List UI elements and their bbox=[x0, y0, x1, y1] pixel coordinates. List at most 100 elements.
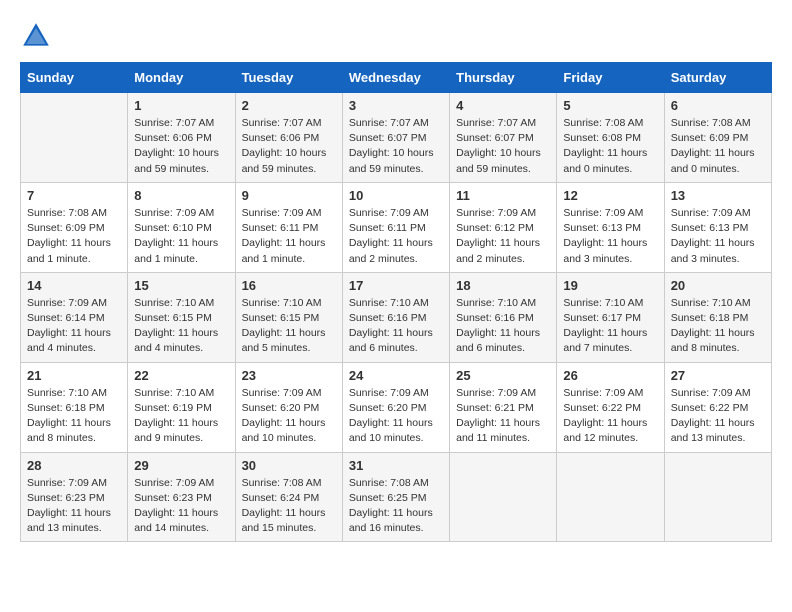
day-header-monday: Monday bbox=[128, 63, 235, 93]
day-info: Sunrise: 7:10 AMSunset: 6:16 PMDaylight:… bbox=[456, 296, 550, 357]
day-info: Sunrise: 7:07 AMSunset: 6:07 PMDaylight:… bbox=[456, 116, 550, 177]
calendar-cell: 7 Sunrise: 7:08 AMSunset: 6:09 PMDaylight… bbox=[21, 182, 128, 272]
calendar-cell: 10Sunrise: 7:09 AMSunset: 6:11 PMDayligh… bbox=[342, 182, 449, 272]
day-header-thursday: Thursday bbox=[450, 63, 557, 93]
day-number: 18 bbox=[456, 278, 550, 293]
day-number: 14 bbox=[27, 278, 121, 293]
calendar-cell: 6 Sunrise: 7:08 AMSunset: 6:09 PMDaylight… bbox=[664, 93, 771, 183]
day-info: Sunrise: 7:08 AMSunset: 6:25 PMDaylight:… bbox=[349, 476, 443, 537]
week-row-4: 21Sunrise: 7:10 AMSunset: 6:18 PMDayligh… bbox=[21, 362, 772, 452]
day-info: Sunrise: 7:08 AMSunset: 6:09 PMDaylight:… bbox=[27, 206, 121, 267]
calendar-cell: 4 Sunrise: 7:07 AMSunset: 6:07 PMDaylight… bbox=[450, 93, 557, 183]
day-info: Sunrise: 7:09 AMSunset: 6:14 PMDaylight:… bbox=[27, 296, 121, 357]
day-info: Sunrise: 7:10 AMSunset: 6:18 PMDaylight:… bbox=[671, 296, 765, 357]
calendar-cell: 26 Sunrise: 7:09 AMSunset: 6:22 PMDayligh… bbox=[557, 362, 664, 452]
calendar-cell bbox=[557, 452, 664, 542]
calendar-cell bbox=[450, 452, 557, 542]
day-number: 3 bbox=[349, 98, 443, 113]
calendar-cell: 21Sunrise: 7:10 AMSunset: 6:18 PMDayligh… bbox=[21, 362, 128, 452]
logo-icon bbox=[20, 20, 52, 52]
day-number: 27 bbox=[671, 368, 765, 383]
calendar-header-row: SundayMondayTuesdayWednesdayThursdayFrid… bbox=[21, 63, 772, 93]
day-info: Sunrise: 7:09 AMSunset: 6:21 PMDaylight:… bbox=[456, 386, 550, 447]
day-header-saturday: Saturday bbox=[664, 63, 771, 93]
day-number: 16 bbox=[242, 278, 336, 293]
day-number: 12 bbox=[563, 188, 657, 203]
calendar-cell: 25 Sunrise: 7:09 AMSunset: 6:21 PMDayligh… bbox=[450, 362, 557, 452]
day-number: 8 bbox=[134, 188, 228, 203]
day-info: Sunrise: 7:09 AMSunset: 6:23 PMDaylight:… bbox=[27, 476, 121, 537]
day-info: Sunrise: 7:10 AMSunset: 6:16 PMDaylight:… bbox=[349, 296, 443, 357]
day-number: 31 bbox=[349, 458, 443, 473]
day-number: 30 bbox=[242, 458, 336, 473]
day-info: Sunrise: 7:10 AMSunset: 6:15 PMDaylight:… bbox=[134, 296, 228, 357]
calendar-cell: 13Sunrise: 7:09 AMSunset: 6:13 PMDayligh… bbox=[664, 182, 771, 272]
week-row-3: 14 Sunrise: 7:09 AMSunset: 6:14 PMDayligh… bbox=[21, 272, 772, 362]
day-number: 17 bbox=[349, 278, 443, 293]
day-info: Sunrise: 7:09 AMSunset: 6:20 PMDaylight:… bbox=[242, 386, 336, 447]
day-info: Sunrise: 7:09 AMSunset: 6:12 PMDaylight:… bbox=[456, 206, 550, 267]
calendar-cell: 31 Sunrise: 7:08 AMSunset: 6:25 PMDayligh… bbox=[342, 452, 449, 542]
calendar-cell: 11 Sunrise: 7:09 AMSunset: 6:12 PMDayligh… bbox=[450, 182, 557, 272]
calendar-cell: 18 Sunrise: 7:10 AMSunset: 6:16 PMDayligh… bbox=[450, 272, 557, 362]
day-number: 6 bbox=[671, 98, 765, 113]
day-info: Sunrise: 7:07 AMSunset: 6:06 PMDaylight:… bbox=[134, 116, 228, 177]
calendar-cell: 2 Sunrise: 7:07 AMSunset: 6:06 PMDaylight… bbox=[235, 93, 342, 183]
day-info: Sunrise: 7:09 AMSunset: 6:13 PMDaylight:… bbox=[671, 206, 765, 267]
calendar-cell: 22Sunrise: 7:10 AMSunset: 6:19 PMDayligh… bbox=[128, 362, 235, 452]
day-header-friday: Friday bbox=[557, 63, 664, 93]
calendar-cell: 23 Sunrise: 7:09 AMSunset: 6:20 PMDayligh… bbox=[235, 362, 342, 452]
day-number: 20 bbox=[671, 278, 765, 293]
calendar-cell: 8 Sunrise: 7:09 AMSunset: 6:10 PMDaylight… bbox=[128, 182, 235, 272]
week-row-5: 28Sunrise: 7:09 AMSunset: 6:23 PMDayligh… bbox=[21, 452, 772, 542]
day-info: Sunrise: 7:08 AMSunset: 6:24 PMDaylight:… bbox=[242, 476, 336, 537]
week-row-2: 7 Sunrise: 7:08 AMSunset: 6:09 PMDaylight… bbox=[21, 182, 772, 272]
day-info: Sunrise: 7:09 AMSunset: 6:22 PMDaylight:… bbox=[563, 386, 657, 447]
page: SundayMondayTuesdayWednesdayThursdayFrid… bbox=[0, 0, 792, 562]
calendar-cell: 30 Sunrise: 7:08 AMSunset: 6:24 PMDayligh… bbox=[235, 452, 342, 542]
calendar-cell: 24Sunrise: 7:09 AMSunset: 6:20 PMDayligh… bbox=[342, 362, 449, 452]
day-header-wednesday: Wednesday bbox=[342, 63, 449, 93]
calendar-cell: 16 Sunrise: 7:10 AMSunset: 6:15 PMDayligh… bbox=[235, 272, 342, 362]
calendar-cell: 3 Sunrise: 7:07 AMSunset: 6:07 PMDaylight… bbox=[342, 93, 449, 183]
day-number: 1 bbox=[134, 98, 228, 113]
day-info: Sunrise: 7:08 AMSunset: 6:08 PMDaylight:… bbox=[563, 116, 657, 177]
calendar-cell: 1 Sunrise: 7:07 AMSunset: 6:06 PMDaylight… bbox=[128, 93, 235, 183]
day-info: Sunrise: 7:07 AMSunset: 6:07 PMDaylight:… bbox=[349, 116, 443, 177]
day-info: Sunrise: 7:09 AMSunset: 6:22 PMDaylight:… bbox=[671, 386, 765, 447]
day-number: 5 bbox=[563, 98, 657, 113]
day-number: 2 bbox=[242, 98, 336, 113]
day-number: 19 bbox=[563, 278, 657, 293]
day-number: 25 bbox=[456, 368, 550, 383]
calendar-cell bbox=[21, 93, 128, 183]
day-info: Sunrise: 7:10 AMSunset: 6:18 PMDaylight:… bbox=[27, 386, 121, 447]
day-header-tuesday: Tuesday bbox=[235, 63, 342, 93]
calendar-table: SundayMondayTuesdayWednesdayThursdayFrid… bbox=[20, 62, 772, 542]
calendar-cell: 27 Sunrise: 7:09 AMSunset: 6:22 PMDayligh… bbox=[664, 362, 771, 452]
day-number: 10 bbox=[349, 188, 443, 203]
day-info: Sunrise: 7:09 AMSunset: 6:20 PMDaylight:… bbox=[349, 386, 443, 447]
calendar-cell: 5 Sunrise: 7:08 AMSunset: 6:08 PMDaylight… bbox=[557, 93, 664, 183]
calendar-cell: 15Sunrise: 7:10 AMSunset: 6:15 PMDayligh… bbox=[128, 272, 235, 362]
day-info: Sunrise: 7:09 AMSunset: 6:23 PMDaylight:… bbox=[134, 476, 228, 537]
day-number: 26 bbox=[563, 368, 657, 383]
day-number: 9 bbox=[242, 188, 336, 203]
week-row-1: 1 Sunrise: 7:07 AMSunset: 6:06 PMDaylight… bbox=[21, 93, 772, 183]
logo bbox=[20, 20, 56, 52]
day-info: Sunrise: 7:10 AMSunset: 6:15 PMDaylight:… bbox=[242, 296, 336, 357]
day-info: Sunrise: 7:09 AMSunset: 6:10 PMDaylight:… bbox=[134, 206, 228, 267]
calendar-cell: 29Sunrise: 7:09 AMSunset: 6:23 PMDayligh… bbox=[128, 452, 235, 542]
day-number: 23 bbox=[242, 368, 336, 383]
header bbox=[20, 20, 772, 52]
day-info: Sunrise: 7:10 AMSunset: 6:17 PMDaylight:… bbox=[563, 296, 657, 357]
day-number: 7 bbox=[27, 188, 121, 203]
calendar-cell: 19 Sunrise: 7:10 AMSunset: 6:17 PMDayligh… bbox=[557, 272, 664, 362]
calendar-cell: 17 Sunrise: 7:10 AMSunset: 6:16 PMDayligh… bbox=[342, 272, 449, 362]
day-number: 11 bbox=[456, 188, 550, 203]
calendar-cell: 14 Sunrise: 7:09 AMSunset: 6:14 PMDayligh… bbox=[21, 272, 128, 362]
calendar-cell: 9Sunrise: 7:09 AMSunset: 6:11 PMDaylight… bbox=[235, 182, 342, 272]
day-info: Sunrise: 7:07 AMSunset: 6:06 PMDaylight:… bbox=[242, 116, 336, 177]
day-number: 4 bbox=[456, 98, 550, 113]
calendar-cell: 20 Sunrise: 7:10 AMSunset: 6:18 PMDayligh… bbox=[664, 272, 771, 362]
day-info: Sunrise: 7:08 AMSunset: 6:09 PMDaylight:… bbox=[671, 116, 765, 177]
